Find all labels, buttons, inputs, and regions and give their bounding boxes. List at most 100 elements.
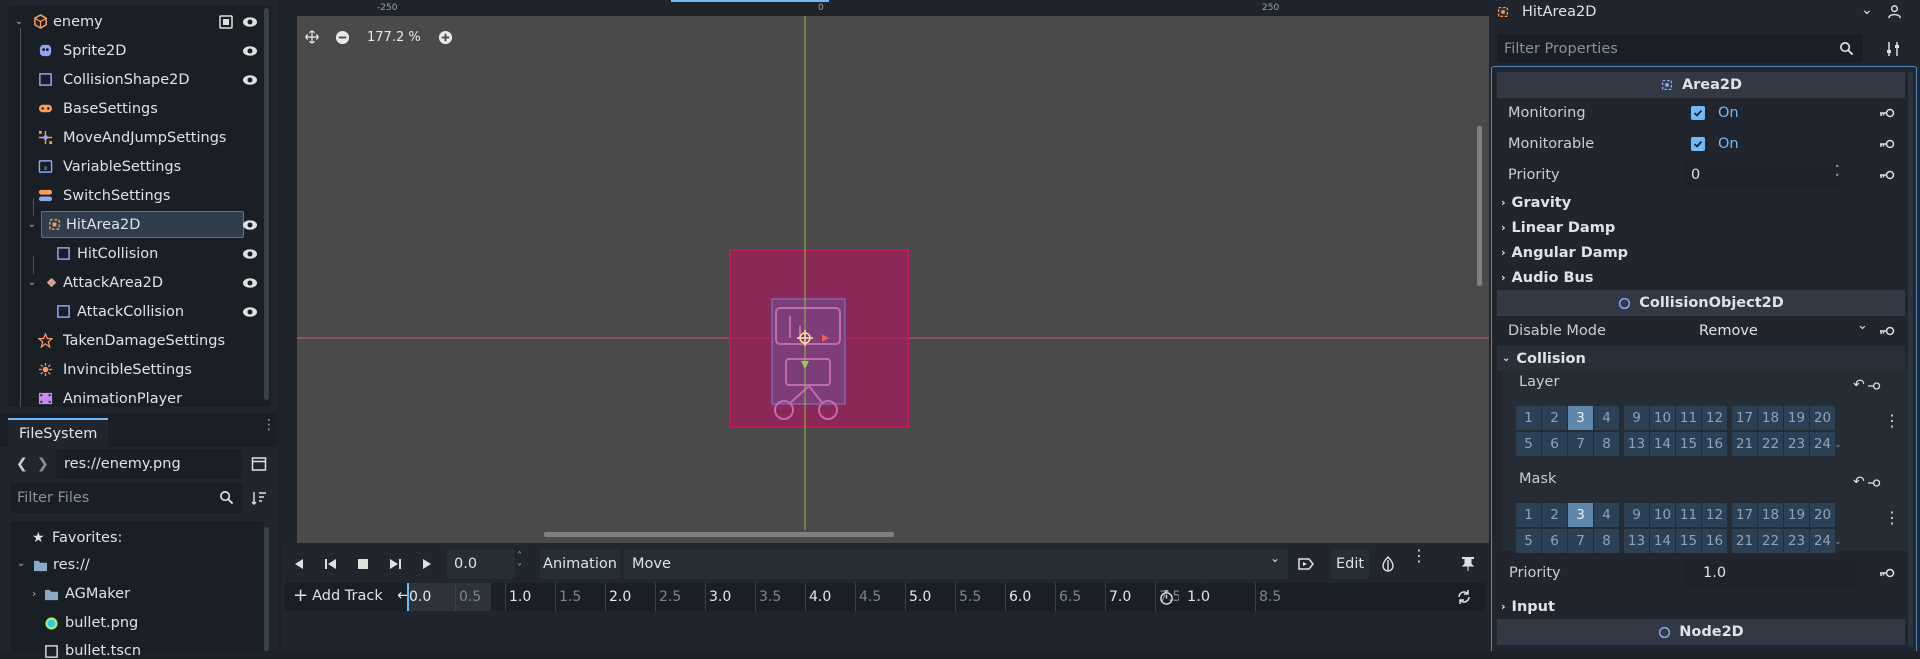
animation-time-field[interactable]: 0.0: [447, 549, 515, 579]
group-audio-bus[interactable]: › Audio Bus: [1497, 265, 1905, 290]
chevron-down-icon[interactable]: ⌄: [1834, 440, 1842, 450]
tree-row-attackcollision[interactable]: AttackCollision: [8, 297, 271, 326]
tree-row-takendamagesettings[interactable]: TakenDamageSettings: [8, 326, 271, 355]
chevron-down-icon[interactable]: ⌄: [11, 14, 27, 30]
play-backwards-icon[interactable]: [317, 550, 345, 578]
layer-bit-22[interactable]: 22: [1758, 432, 1783, 456]
group-collision[interactable]: ⌄ Collision: [1497, 346, 1905, 371]
tree-row-hitarea2d[interactable]: ⌄ HitArea2D: [8, 210, 271, 239]
disable-mode-select[interactable]: Remove: [1699, 323, 1758, 339]
layer-bit-16[interactable]: 16: [1702, 432, 1727, 456]
keyframe-key-icon[interactable]: [1867, 477, 1881, 489]
script-signal-icon[interactable]: [218, 14, 234, 30]
layer-bit-5[interactable]: 5: [1516, 432, 1541, 456]
split-view-icon[interactable]: [251, 456, 267, 472]
animation-length-field[interactable]: 1.0: [1179, 584, 1249, 610]
animation-menu-button[interactable]: Animation: [540, 549, 620, 579]
tree-row-sprite2d[interactable]: Sprite2D: [8, 36, 271, 65]
kebab-menu-icon[interactable]: ⋮: [262, 418, 276, 432]
revert-icon[interactable]: ↶: [1853, 474, 1865, 490]
priority-field[interactable]: 0: [1683, 161, 1847, 189]
mask-bit-15[interactable]: 15: [1676, 529, 1701, 553]
tree-row-switchsettings[interactable]: SwitchSettings: [8, 181, 271, 210]
mask-bit-19[interactable]: 19: [1784, 503, 1809, 527]
group-input[interactable]: › Input: [1497, 594, 1905, 619]
chevron-down-icon[interactable]: ⌄: [24, 217, 40, 233]
chevron-down-icon[interactable]: ⌄: [24, 275, 40, 291]
layer-bit-7[interactable]: 7: [1568, 432, 1593, 456]
mask-bit-4[interactable]: 4: [1594, 503, 1619, 527]
file-item-bullet-tscn[interactable]: bullet.tscn: [65, 643, 141, 659]
visibility-eye-icon[interactable]: [242, 275, 258, 291]
autoplay-icon[interactable]: [1292, 550, 1320, 578]
res-root-label[interactable]: res://: [53, 557, 90, 573]
mask-bit-9[interactable]: 9: [1624, 503, 1649, 527]
layer-bit-20[interactable]: 20: [1810, 406, 1835, 430]
visibility-eye-icon[interactable]: [242, 217, 258, 233]
layer-bit-24[interactable]: 24: [1810, 432, 1835, 456]
group-gravity[interactable]: › Gravity: [1497, 190, 1905, 215]
tree-row-invinciblesettings[interactable]: InvincibleSettings: [8, 355, 271, 384]
file-item-bullet-png[interactable]: bullet.png: [65, 615, 138, 631]
mask-bit-2[interactable]: 2: [1542, 503, 1567, 527]
mask-bit-12[interactable]: 12: [1702, 503, 1727, 527]
layer-bit-10[interactable]: 10: [1650, 406, 1675, 430]
filter-properties-input[interactable]: Filter Properties: [1497, 34, 1863, 63]
layer-bit-6[interactable]: 6: [1542, 432, 1567, 456]
visibility-eye-icon[interactable]: [242, 72, 258, 88]
layer-bit-17[interactable]: 17: [1732, 406, 1757, 430]
layer-bit-2[interactable]: 2: [1542, 406, 1567, 430]
mask-bit-1[interactable]: 1: [1516, 503, 1541, 527]
canvas-viewport[interactable]: -250 0 250 177.2 %: [281, 0, 1489, 543]
mask-bit-17[interactable]: 17: [1732, 503, 1757, 527]
revert-icon[interactable]: ↶: [1853, 377, 1865, 393]
scene-tree-scrollbar[interactable]: [264, 8, 269, 400]
filter-files-input[interactable]: Filter Files: [10, 483, 242, 513]
spin-arrows-icon[interactable]: ˄ ˅: [517, 551, 522, 575]
chevron-down-icon[interactable]: ⌄: [17, 558, 25, 569]
layer-bit-21[interactable]: 21: [1732, 432, 1757, 456]
path-field[interactable]: res://enemy.png: [56, 449, 242, 479]
group-angular-damp[interactable]: › Angular Damp: [1497, 240, 1905, 265]
tree-row-moveandjumpsettings[interactable]: MoveAndJumpSettings: [8, 123, 271, 152]
layer-bit-9[interactable]: 9: [1624, 406, 1649, 430]
animation-select[interactable]: Move ⌄: [624, 549, 1288, 579]
layer-bit-4[interactable]: 4: [1594, 406, 1619, 430]
group-linear-damp[interactable]: › Linear Damp: [1497, 215, 1905, 240]
zoom-level[interactable]: 177.2 %: [361, 30, 427, 45]
layer-bit-18[interactable]: 18: [1758, 406, 1783, 430]
inspector-node-name[interactable]: HitArea2D: [1522, 4, 1596, 20]
mask-bits-grid[interactable]: 1 2 3 4 9 10 11 12 17 18 19 20 5 6 7 8 13 14 15 16 21 22 23 24: [1516, 503, 1846, 555]
play-backwards-from-end-icon[interactable]: [285, 550, 313, 578]
chevron-right-icon[interactable]: ›: [32, 587, 36, 600]
layer-bit-11[interactable]: 11: [1676, 406, 1701, 430]
tree-row-variablesettings[interactable]: x VariableSettings: [8, 152, 271, 181]
center-view-icon[interactable]: [301, 26, 323, 48]
tree-row-attackarea2d[interactable]: ⌄ AttackArea2D: [8, 268, 271, 297]
file-tree-scrollbar[interactable]: [264, 527, 269, 651]
tab-filesystem[interactable]: FileSystem: [8, 418, 109, 447]
keyframe-key-icon[interactable]: [1867, 380, 1881, 392]
visibility-eye-icon[interactable]: [242, 246, 258, 262]
chevron-down-icon[interactable]: ⌄: [1857, 318, 1868, 333]
layer-bit-23[interactable]: 23: [1784, 432, 1809, 456]
file-item-agmaker[interactable]: AGMaker: [65, 586, 130, 602]
node-settings-icon[interactable]: [1887, 4, 1902, 19]
collision-priority-field[interactable]: 1.0: [1683, 559, 1863, 587]
mask-bit-5[interactable]: 5: [1516, 529, 1541, 553]
keyframe-key-icon[interactable]: [1879, 106, 1895, 120]
keyframe-key-icon[interactable]: [1879, 566, 1895, 580]
properties-options-icon[interactable]: [1885, 41, 1901, 57]
back-arrow-icon[interactable]: ❮: [16, 456, 28, 472]
mask-bit-22[interactable]: 22: [1758, 529, 1783, 553]
mask-bit-23[interactable]: 23: [1784, 529, 1809, 553]
mask-bit-24[interactable]: 24: [1810, 529, 1835, 553]
mask-bit-14[interactable]: 14: [1650, 529, 1675, 553]
mask-bit-18[interactable]: 18: [1758, 503, 1783, 527]
tree-row-hitcollision[interactable]: HitCollision: [8, 239, 271, 268]
inspector-scrollbar[interactable]: [1908, 72, 1913, 647]
visibility-eye-icon[interactable]: [242, 14, 258, 30]
spin-arrows-icon[interactable]: ˄ ˅: [1835, 166, 1840, 184]
mask-bit-20[interactable]: 20: [1810, 503, 1835, 527]
chevron-down-icon[interactable]: ⌄: [1861, 2, 1873, 18]
